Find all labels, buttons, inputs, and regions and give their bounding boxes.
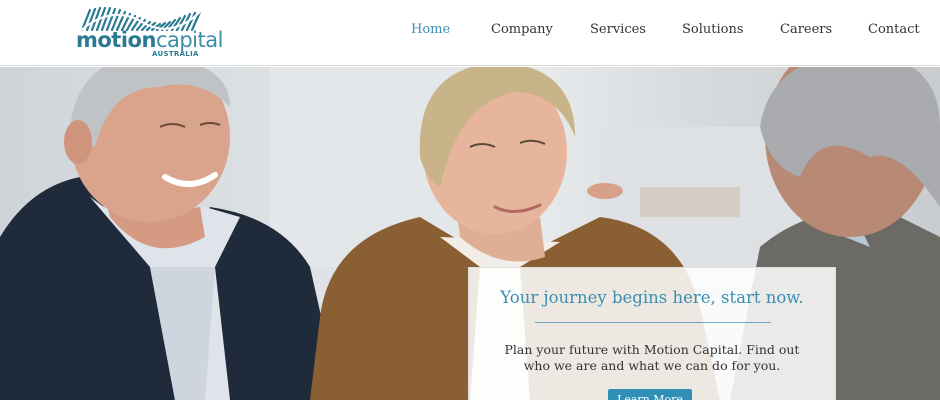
brand-logo[interactable]: motioncapital AUSTRALIA bbox=[72, 4, 232, 58]
learn-more-button[interactable]: Learn More bbox=[608, 389, 692, 400]
logo-subtitle: AUSTRALIA bbox=[152, 50, 199, 58]
hero-description: Plan your future with Motion Capital. Fi… bbox=[469, 342, 835, 374]
hero-banner: Your journey begins here, start now. Pla… bbox=[0, 67, 940, 400]
nav-company[interactable]: Company bbox=[491, 22, 553, 37]
nav-contact[interactable]: Contact bbox=[868, 22, 920, 37]
nav-careers[interactable]: Careers bbox=[780, 22, 832, 37]
hero-description-line2: who we are and what we can do for you. bbox=[523, 358, 781, 373]
nav-services[interactable]: Services bbox=[590, 22, 646, 37]
heading-divider bbox=[535, 322, 771, 323]
logo-wordmark: motioncapital bbox=[76, 30, 223, 51]
nav-solutions[interactable]: Solutions bbox=[682, 22, 744, 37]
hero-cta-card: Your journey begins here, start now. Pla… bbox=[468, 267, 836, 400]
hero-heading: Your journey begins here, start now. bbox=[500, 288, 804, 307]
logo-word-capital: capital bbox=[155, 28, 224, 52]
nav-home[interactable]: Home bbox=[411, 22, 450, 37]
hero-description-line1: Plan your future with Motion Capital. Fi… bbox=[504, 342, 800, 357]
logo-word-motion: motion bbox=[76, 28, 156, 52]
site-header: motioncapital AUSTRALIA Home Company Ser… bbox=[0, 0, 940, 66]
